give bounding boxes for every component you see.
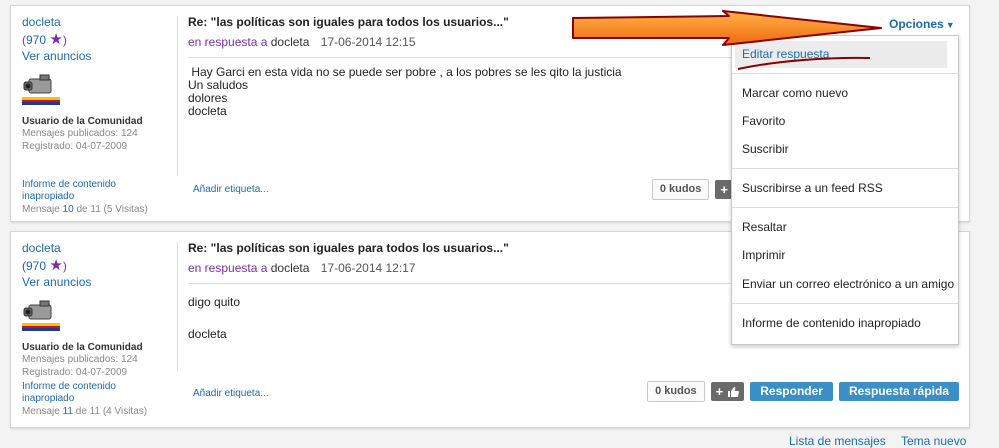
post-actions: 0 kudos + xyxy=(651,179,733,200)
menu-divider xyxy=(732,207,958,208)
message-number-link[interactable]: 11 xyxy=(63,406,73,417)
add-tag-link[interactable]: Añadir etiqueta... xyxy=(193,388,269,399)
msg-prefix: Mensaje xyxy=(22,406,60,417)
author-posts-count: Mensajes publicados: 124 xyxy=(22,128,138,139)
in-reply-to-link[interactable]: en respuesta a xyxy=(188,261,267,275)
post-date: 17-06-2014 12:17 xyxy=(320,261,416,275)
divider xyxy=(177,16,178,176)
camera-badge-icon xyxy=(22,71,60,109)
plus-icon: + xyxy=(720,182,728,197)
menu-item-print[interactable]: Imprimir xyxy=(742,248,785,263)
divider xyxy=(177,242,178,370)
respond-button[interactable]: Responder xyxy=(750,382,833,401)
rank-value: 970 xyxy=(26,259,47,273)
thumbs-up-icon xyxy=(728,386,740,397)
author-name-link[interactable]: docleta xyxy=(22,241,182,256)
add-tag-link[interactable]: Añadir etiqueta... xyxy=(193,184,269,195)
menu-item-highlight[interactable]: Resaltar xyxy=(742,220,787,235)
options-dropdown: Editar respuesta Marcar como nuevo Favor… xyxy=(731,35,959,345)
report-content-link[interactable]: Informe de contenido inapropiado xyxy=(22,179,142,203)
msg-suffix: de 11 (4 Visitas) xyxy=(75,406,148,417)
menu-item-rss[interactable]: Suscribirse a un feed RSS xyxy=(742,181,883,196)
msg-suffix: de 11 (5 Visitas) xyxy=(76,204,148,215)
camera-badge-icon xyxy=(22,297,60,335)
plus-icon: + xyxy=(715,384,724,399)
star-icon: ★ xyxy=(49,31,63,48)
menu-divider xyxy=(732,303,958,304)
author-rank: (970 ★) xyxy=(22,31,67,48)
menu-item-email-friend[interactable]: Enviar un correo electrónico a un amigo xyxy=(742,277,954,292)
arrow-annotation xyxy=(572,10,882,46)
post-date: 17-06-2014 12:15 xyxy=(320,35,416,49)
give-kudos-button[interactable]: + xyxy=(710,382,745,401)
menu-item-report[interactable]: Informe de contenido inapropiado xyxy=(742,316,921,331)
message-list-link[interactable]: Lista de mensajes xyxy=(789,434,886,448)
options-menu-trigger[interactable]: Opciones ▼ xyxy=(889,17,955,31)
message-counter: Mensaje 11 de 11 (4 Visitas) xyxy=(22,406,147,417)
author-role: Usuario de la Comunidad xyxy=(22,116,143,127)
author-registered: Registrado: 04-07-2009 xyxy=(22,367,128,378)
message-counter: Mensaje 10 de 11 (5 Visitas) xyxy=(22,204,148,215)
new-topic-link[interactable]: Tema nuevo xyxy=(901,434,966,448)
author-panel: docleta (970 ★) Ver anuncios Usuario de … xyxy=(22,15,182,153)
reply-user: docleta xyxy=(270,261,310,275)
author-rank: (970 ★) xyxy=(22,257,67,274)
menu-item-favorite[interactable]: Favorito xyxy=(742,114,785,129)
report-content-link[interactable]: Informe de contenido inapropiado xyxy=(22,381,142,405)
post-actions: 0 kudos + Responder Respuesta rápida xyxy=(647,381,959,402)
underline-annotation xyxy=(737,56,871,70)
kudos-count: 0 kudos xyxy=(651,179,710,200)
menu-item-mark-new[interactable]: Marcar como nuevo xyxy=(742,86,848,101)
author-posts-count: Mensajes publicados: 124 xyxy=(22,354,138,365)
in-reply-to-link[interactable]: en respuesta a xyxy=(188,35,267,49)
quick-reply-button[interactable]: Respuesta rápida xyxy=(838,382,959,401)
message-number-link[interactable]: 10 xyxy=(63,204,74,215)
msg-prefix: Mensaje xyxy=(22,204,60,215)
options-label: Opciones xyxy=(889,17,944,31)
author-registered: Registrado: 04-07-2009 xyxy=(22,141,128,152)
menu-divider xyxy=(732,168,958,169)
author-name-link[interactable]: docleta xyxy=(22,15,182,30)
kudos-count: 0 kudos xyxy=(647,381,705,402)
author-panel: docleta (970 ★) Ver anuncios Usuario de … xyxy=(22,241,182,379)
caret-down-icon: ▼ xyxy=(945,20,955,30)
menu-item-subscribe[interactable]: Suscribir xyxy=(742,142,789,157)
view-ads-link[interactable]: Ver anuncios xyxy=(22,49,182,64)
star-icon: ★ xyxy=(49,257,63,274)
author-role: Usuario de la Comunidad xyxy=(22,342,143,353)
reply-user: docleta xyxy=(270,35,310,49)
view-ads-link[interactable]: Ver anuncios xyxy=(22,275,182,290)
menu-divider xyxy=(732,73,958,74)
rank-value: 970 xyxy=(26,33,47,47)
